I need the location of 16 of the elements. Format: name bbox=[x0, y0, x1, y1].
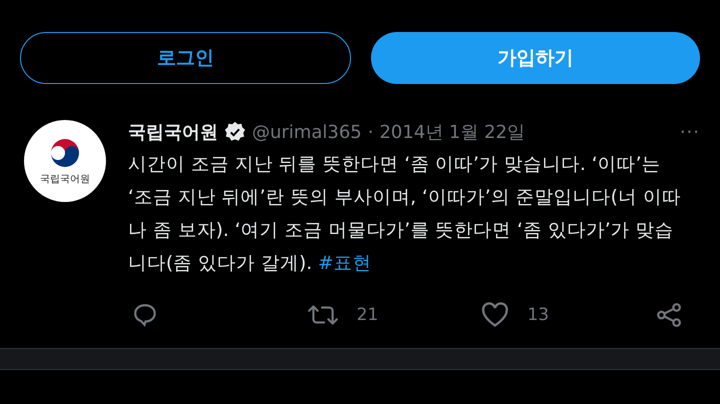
like-count: 13 bbox=[527, 305, 549, 325]
avatar-label: 국립국어원 bbox=[40, 173, 90, 186]
separator: · bbox=[368, 122, 374, 142]
avatar[interactable]: 국립국어원 bbox=[24, 120, 106, 202]
more-icon[interactable]: ··· bbox=[680, 122, 700, 142]
heart-icon[interactable] bbox=[481, 302, 510, 328]
account-handle[interactable]: @urimal365 bbox=[252, 122, 362, 142]
retweet-count: 21 bbox=[356, 305, 378, 325]
tweet-date: 2014년 1월 22일 bbox=[379, 121, 526, 144]
share-icon[interactable] bbox=[656, 302, 682, 328]
comment-icon[interactable] bbox=[132, 302, 158, 328]
account-name[interactable]: 국립국어원 bbox=[128, 120, 218, 144]
hashtag-link[interactable]: #표현 bbox=[318, 253, 372, 274]
taegeuk-icon bbox=[48, 136, 82, 170]
tweet-text: 시간이 조금 지난 뒤를 뜻한다면 ‘좀 이따’가 맞습니다. ‘이따’는 ‘조금 지난 뒤에’란 뜻의 부사이며, ‘이따가’의 준말입니다(너 이따 나 좀 보자). ‘여기 조금 머물다가’를 뜻한다면 ‘좀 있다가’가 맞습니다(좀 있다가 갈게). #표현 bbox=[128, 153, 682, 276]
login-button[interactable]: 로그인 bbox=[20, 32, 351, 84]
